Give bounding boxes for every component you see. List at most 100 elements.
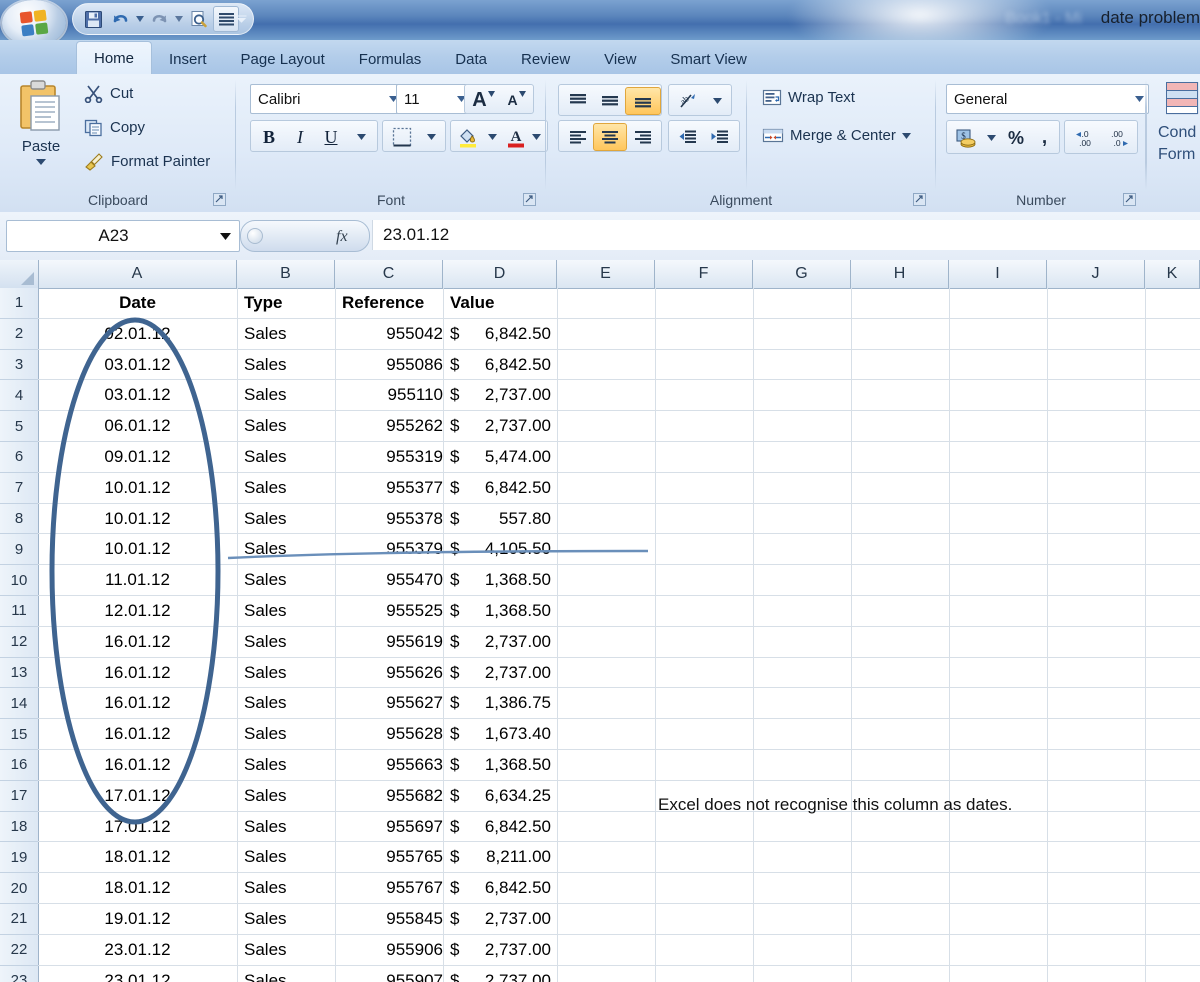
row-header-2[interactable]: 2 — [0, 319, 39, 350]
cell-c2[interactable]: 955042 — [335, 319, 449, 349]
number-dialog-launcher[interactable] — [1123, 193, 1136, 206]
column-header-j[interactable]: J — [1047, 260, 1145, 288]
row-header-5[interactable]: 5 — [0, 411, 39, 442]
row-header-10[interactable]: 10 — [0, 565, 39, 596]
format-painter-button[interactable]: Format Painter — [84, 152, 210, 171]
select-all-corner[interactable] — [0, 260, 39, 288]
cell-a23[interactable]: 23.01.12 — [38, 966, 237, 982]
cell-b18[interactable]: Sales — [237, 812, 342, 842]
cell-c20[interactable]: 955767 — [335, 873, 449, 903]
cell-b23[interactable]: Sales — [237, 966, 342, 982]
column-header-b[interactable]: B — [237, 260, 335, 288]
row-header-8[interactable]: 8 — [0, 504, 39, 535]
row-header-22[interactable]: 22 — [0, 935, 39, 966]
cell-a17[interactable]: 17.01.12 — [38, 781, 237, 811]
cell-d4[interactable]: $2,737.00 — [443, 380, 557, 410]
cell-a22[interactable]: 23.01.12 — [38, 935, 237, 965]
cell-c1[interactable]: Reference — [335, 288, 450, 318]
align-bottom-button[interactable] — [625, 87, 661, 115]
cell-c12[interactable]: 955619 — [335, 627, 449, 657]
cell-d1[interactable]: Value — [443, 288, 564, 318]
column-header-i[interactable]: I — [949, 260, 1047, 288]
cell-a19[interactable]: 18.01.12 — [38, 842, 237, 872]
cell-b12[interactable]: Sales — [237, 627, 342, 657]
cell-b3[interactable]: Sales — [237, 350, 342, 380]
borders-dropdown-arrow-icon[interactable] — [417, 123, 445, 151]
column-header-c[interactable]: C — [335, 260, 443, 288]
cell-a8[interactable]: 10.01.12 — [38, 504, 237, 534]
tab-page-layout[interactable]: Page Layout — [224, 44, 342, 74]
column-header-a[interactable]: A — [38, 260, 237, 288]
cell-d11[interactable]: $1,368.50 — [443, 596, 557, 626]
cell-b5[interactable]: Sales — [237, 411, 342, 441]
row-header-13[interactable]: 13 — [0, 658, 39, 689]
column-header-g[interactable]: G — [753, 260, 851, 288]
text-orientation-icon[interactable]: ab — [671, 87, 707, 115]
cell-a14[interactable]: 16.01.12 — [38, 688, 237, 718]
alignment-dialog-launcher[interactable] — [913, 193, 926, 206]
font-color-dropdown-arrow-icon[interactable] — [525, 123, 547, 151]
row-header-4[interactable]: 4 — [0, 380, 39, 411]
cell-a18[interactable]: 17.01.12 — [38, 812, 237, 842]
cell-c21[interactable]: 955845 — [335, 904, 449, 934]
row-header-7[interactable]: 7 — [0, 473, 39, 504]
cell-a5[interactable]: 06.01.12 — [38, 411, 237, 441]
cell-a11[interactable]: 12.01.12 — [38, 596, 237, 626]
increase-indent-button[interactable] — [703, 123, 737, 151]
tab-insert[interactable]: Insert — [152, 44, 224, 74]
cell-b2[interactable]: Sales — [237, 319, 342, 349]
cell-c6[interactable]: 955319 — [335, 442, 449, 472]
redo-dropdown-arrow-icon[interactable] — [174, 7, 183, 31]
row-header-14[interactable]: 14 — [0, 688, 39, 719]
cell-c13[interactable]: 955626 — [335, 658, 449, 688]
cell-a7[interactable]: 10.01.12 — [38, 473, 237, 503]
cell-d23[interactable]: $2,737.00 — [443, 966, 557, 982]
number-format-combo[interactable]: General — [946, 84, 1149, 114]
comma-style-button[interactable]: , — [1030, 123, 1059, 153]
name-box[interactable]: A23 — [6, 220, 240, 252]
row-header-6[interactable]: 6 — [0, 442, 39, 473]
cell-b4[interactable]: Sales — [237, 380, 342, 410]
cell-b15[interactable]: Sales — [237, 719, 342, 749]
grow-font-button[interactable]: A — [466, 86, 501, 114]
row-header-9[interactable]: 9 — [0, 534, 39, 565]
wrap-text-button[interactable]: Wrap Text — [762, 88, 855, 107]
cell-b21[interactable]: Sales — [237, 904, 342, 934]
bold-button[interactable]: B — [253, 123, 285, 151]
cell-a12[interactable]: 16.01.12 — [38, 627, 237, 657]
cell-a15[interactable]: 16.01.12 — [38, 719, 237, 749]
cell-b9[interactable]: Sales — [237, 534, 342, 564]
cell-a4[interactable]: 03.01.12 — [38, 380, 237, 410]
row-header-16[interactable]: 16 — [0, 750, 39, 781]
formula-bar-buttons[interactable] — [240, 220, 370, 252]
cell-d8[interactable]: $557.80 — [443, 504, 557, 534]
decrease-indent-button[interactable] — [671, 123, 705, 151]
cell-a16[interactable]: 16.01.12 — [38, 750, 237, 780]
cell-d15[interactable]: $1,673.40 — [443, 719, 557, 749]
cell-d7[interactable]: $6,842.50 — [443, 473, 557, 503]
accounting-format-icon[interactable]: $ — [949, 123, 983, 153]
cell-d5[interactable]: $2,737.00 — [443, 411, 557, 441]
row-header-17[interactable]: 17 — [0, 781, 39, 812]
cell-c19[interactable]: 955765 — [335, 842, 449, 872]
fill-color-icon[interactable] — [453, 123, 483, 151]
row-header-20[interactable]: 20 — [0, 873, 39, 904]
cell-c23[interactable]: 955907 — [335, 966, 449, 982]
cell-a13[interactable]: 16.01.12 — [38, 658, 237, 688]
row-header-12[interactable]: 12 — [0, 627, 39, 658]
cell-c15[interactable]: 955628 — [335, 719, 449, 749]
cell-c5[interactable]: 955262 — [335, 411, 449, 441]
paste-button[interactable]: Paste — [8, 78, 74, 178]
align-top-button[interactable] — [561, 87, 595, 115]
cell-d6[interactable]: $5,474.00 — [443, 442, 557, 472]
cell-c9[interactable]: 955379 — [335, 534, 449, 564]
decrease-decimal-button[interactable]: .00 .0 — [1100, 123, 1135, 153]
cut-button[interactable]: Cut — [84, 84, 133, 103]
cell-c16[interactable]: 955663 — [335, 750, 449, 780]
undo-icon[interactable] — [108, 7, 132, 31]
cell-b20[interactable]: Sales — [237, 873, 342, 903]
increase-decimal-button[interactable]: .0 .00 — [1067, 123, 1102, 153]
align-center-button[interactable] — [593, 123, 627, 151]
cell-c11[interactable]: 955525 — [335, 596, 449, 626]
merge-center-button[interactable]: Merge & Center — [762, 126, 911, 145]
